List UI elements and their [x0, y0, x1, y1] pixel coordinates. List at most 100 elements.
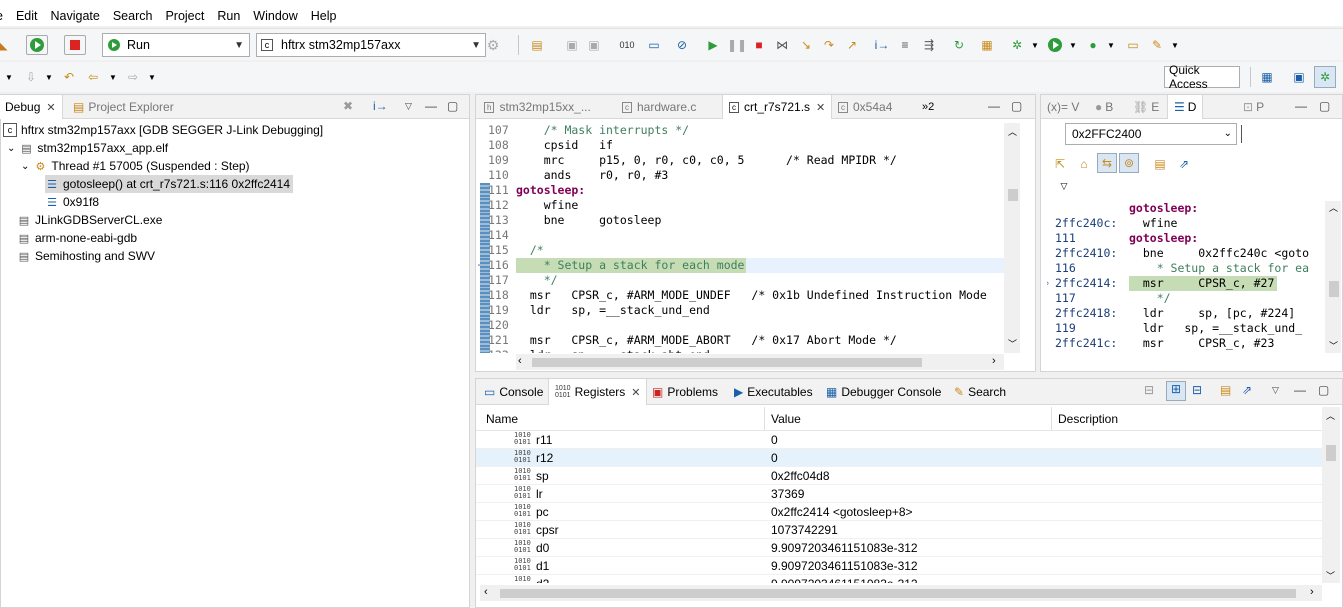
editor-text-area[interactable]: 107 /* Mask interrupts */108 cpsid if 109…: [476, 123, 1021, 353]
tab-overflow[interactable]: »2: [916, 95, 940, 119]
home-icon[interactable]: ⌂: [1075, 155, 1093, 173]
run-button[interactable]: [26, 35, 48, 55]
collapse-icon[interactable]: ⊟: [1192, 383, 1202, 397]
scroll-thumb[interactable]: [1329, 281, 1339, 297]
remove-terminated-icon[interactable]: ✖: [343, 99, 353, 113]
run-menu-icon[interactable]: [1046, 36, 1064, 54]
scroll-thumb[interactable]: [500, 589, 1296, 598]
tab-project-explorer[interactable]: ▤ Project Explorer: [67, 95, 180, 119]
table-row[interactable]: 1010 0101 lr 37369: [476, 485, 1322, 503]
disasm-line[interactable]: 2ffc240c: wfine: [1047, 216, 1323, 231]
tab-editor-disasm-addr[interactable]: c 0x54a4: [832, 95, 898, 119]
toggle-icon[interactable]: ⊟: [1144, 383, 1154, 397]
tree-item-gdb[interactable]: ▤ arm-none-eabi-gdb: [17, 229, 137, 247]
close-icon[interactable]: ✕: [631, 386, 640, 399]
chevron-down-icon[interactable]: ▼: [40, 68, 58, 86]
chevron-down-icon[interactable]: ﹀: [1008, 337, 1017, 350]
step-into-icon[interactable]: ↘: [797, 36, 815, 54]
tab-search[interactable]: ✎ Search: [948, 379, 1012, 405]
menu-window[interactable]: Window: [253, 9, 297, 26]
maximize-icon[interactable]: ▢: [1319, 99, 1330, 113]
tree-item-launch[interactable]: c hftrx stm32mp157axx [GDB SEGGER J-Link…: [3, 121, 323, 139]
table-row[interactable]: 1010 0101 sp 0x2ffc04d8: [476, 467, 1322, 485]
chevron-down-icon[interactable]: ▼: [1026, 36, 1044, 54]
editor-vscroll[interactable]: ︿ ﹀: [1004, 123, 1020, 353]
tree-item-gdbserver[interactable]: ▤ JLinkGDBServerCL.exe: [17, 211, 163, 229]
restart-icon[interactable]: ↻: [950, 36, 968, 54]
table-row[interactable]: 1010 0101 r12 0: [476, 449, 1322, 467]
tree-item-thread[interactable]: ⌄ ⚙ Thread #1 57005 (Suspended : Step): [21, 157, 250, 175]
resume-icon[interactable]: ▶: [704, 36, 722, 54]
last-edit-icon[interactable]: ↶: [60, 68, 78, 86]
disasm-line[interactable]: gotosleep:: [1047, 201, 1323, 216]
tab-debug[interactable]: Debug ✕: [0, 95, 63, 119]
chevron-left-icon[interactable]: ‹: [484, 586, 488, 598]
code-line[interactable]: 109 mrc p15, 0, r0, c0, c0, 5 /* Read MP…: [476, 153, 1021, 168]
chevron-up-icon[interactable]: ︿: [1008, 125, 1017, 138]
open-perspective-icon[interactable]: ▦: [1258, 68, 1276, 86]
chevron-down-icon[interactable]: ▼: [1166, 36, 1184, 54]
code-line[interactable]: 113 bne gotosleep: [476, 213, 1021, 228]
chevron-down-icon[interactable]: ▼: [143, 68, 161, 86]
code-line[interactable]: 114: [476, 228, 1021, 243]
run-config-select[interactable]: Run ▼: [102, 33, 250, 57]
chevron-down-icon[interactable]: ▼: [104, 68, 122, 86]
disasm-line[interactable]: 119 ldr sp, =__stack_und_: [1047, 321, 1323, 336]
save-all-icon[interactable]: ▣: [585, 36, 603, 54]
close-icon[interactable]: ✕: [816, 101, 825, 114]
tab-problems[interactable]: ▣ Problems: [646, 379, 724, 405]
maximize-icon[interactable]: ▢: [1011, 99, 1022, 113]
registers-hscroll[interactable]: ‹ ›: [480, 585, 1322, 601]
disasm-line[interactable]: ⇨ 2ffc2414: msr CPSR_c, #27: [1047, 276, 1323, 291]
chevron-down-icon[interactable]: ⌄: [1224, 128, 1232, 139]
tree-item-frame[interactable]: ☰ 0x91f8: [45, 193, 99, 211]
table-row[interactable]: 1010 0101 cpsr 1073742291: [476, 521, 1322, 539]
memory-icon[interactable]: ▦: [978, 36, 996, 54]
chevron-down-icon[interactable]: ⌄: [7, 143, 15, 154]
chevron-down-icon[interactable]: ⌄: [21, 161, 29, 172]
disasm-line[interactable]: 2ffc2410: bne 0x2ffc240c <goto: [1047, 246, 1323, 261]
chevron-up-icon[interactable]: ︿: [1329, 201, 1338, 214]
chevron-down-icon[interactable]: ▼: [1064, 36, 1082, 54]
maximize-icon[interactable]: ▢: [1318, 383, 1329, 397]
menu-project[interactable]: Project: [165, 9, 204, 26]
code-line[interactable]: ⇨116 * Setup a stack for each mode: [476, 258, 1021, 273]
menu-file[interactable]: e: [0, 9, 3, 26]
instruction-stepping-icon[interactable]: i→: [373, 99, 388, 113]
code-line[interactable]: 110 ands r0, r0, #3: [476, 168, 1021, 183]
disasm-line[interactable]: 2ffc241c: msr CPSR_c, #23: [1047, 336, 1323, 351]
code-line[interactable]: 118 msr CPSR_c, #ARM_MODE_UNDEF /* 0x1b …: [476, 288, 1021, 303]
external-tools-icon[interactable]: ●: [1084, 36, 1102, 54]
debug-perspective-icon[interactable]: ✲: [1314, 66, 1336, 88]
show-source-icon[interactable]: ⇆: [1097, 153, 1117, 173]
code-line[interactable]: 112 wfine: [476, 198, 1021, 213]
minimize-icon[interactable]: —: [988, 99, 1000, 113]
launch-target-select[interactable]: c hftrx stm32mp157axx ▼: [256, 33, 486, 57]
code-line[interactable]: 107 /* Mask interrupts */: [476, 123, 1021, 138]
close-icon[interactable]: ✕: [46, 101, 55, 114]
table-row[interactable]: 1010 0101 pc 0x2ffc2414 <gotosleep+8>: [476, 503, 1322, 521]
code-line[interactable]: 121 msr CPSR_c, #ARM_MODE_ABORT /* 0x17 …: [476, 333, 1021, 348]
disasm-line[interactable]: 116 * Setup a stack for ea: [1047, 261, 1323, 276]
column-name[interactable]: Name: [480, 407, 765, 431]
table-row[interactable]: 1010 0101 d0 9.9097203461151083e-312: [476, 539, 1322, 557]
column-description[interactable]: Description: [1052, 407, 1322, 431]
tab-editor-stm32mp15xx[interactable]: h stm32mp15xx_...: [478, 95, 597, 119]
chevron-down-icon[interactable]: ▼: [0, 68, 18, 86]
tools-icon[interactable]: ✎: [1148, 36, 1166, 54]
tree-item-frame-selected[interactable]: ☰ gotosleep() at crt_r7s721.s:116 0x2ffc…: [45, 175, 294, 193]
code-line[interactable]: 120: [476, 318, 1021, 333]
scroll-thumb[interactable]: [532, 358, 922, 367]
use-step-filters-icon[interactable]: ⇶: [920, 36, 938, 54]
column-value[interactable]: Value: [765, 407, 1052, 431]
skip-breakpoints-icon[interactable]: ⊘: [673, 36, 691, 54]
binary-icon[interactable]: 010: [618, 36, 636, 54]
menu-edit[interactable]: Edit: [16, 9, 38, 26]
pin-icon[interactable]: ⇗: [1242, 383, 1252, 397]
terminate-button[interactable]: [64, 35, 86, 55]
minimize-icon[interactable]: —: [1295, 99, 1307, 113]
disasm-line[interactable]: 2ffc2418: ldr sp, [pc, #224]: [1047, 306, 1323, 321]
save-icon[interactable]: ▣: [563, 36, 581, 54]
back-icon[interactable]: ⇦: [84, 68, 102, 86]
menu-search[interactable]: Search: [113, 9, 153, 26]
